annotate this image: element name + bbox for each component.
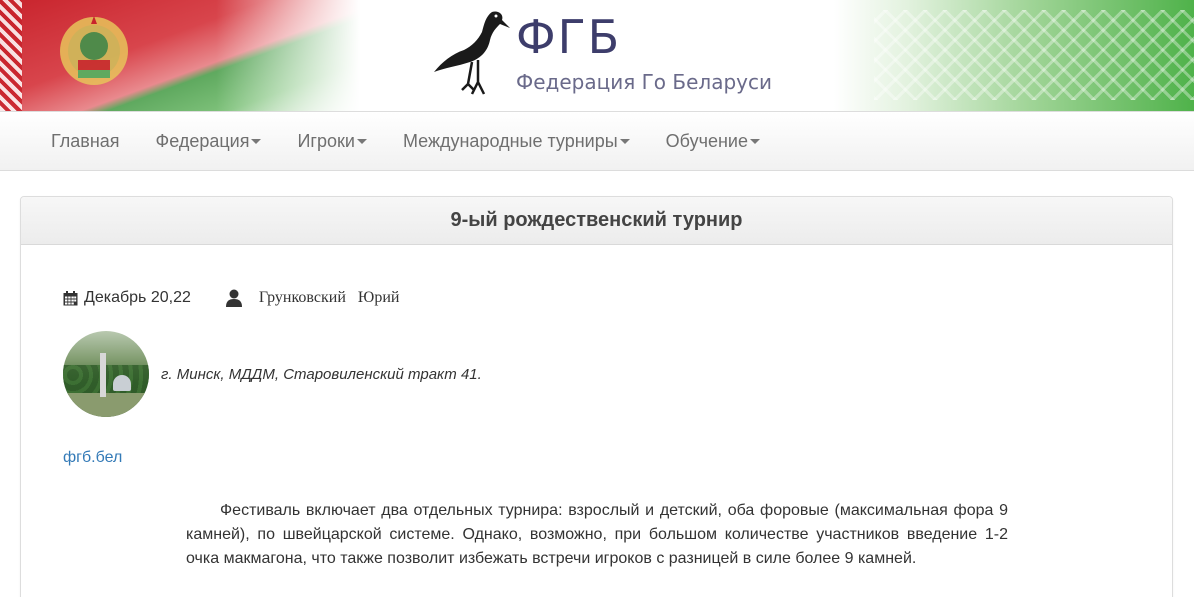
nav-list: Главная Федерация Игроки Международные т… <box>0 112 1194 170</box>
article-paragraph: Фестиваль включает два отдельных турнира… <box>186 502 1008 567</box>
caret-down-icon <box>356 139 367 145</box>
article-meta: Декабрь 20,22 Грунковский Юрий <box>63 289 399 307</box>
logo-full-name: Федерация Го Беларуси <box>516 70 772 94</box>
venue-address: г. Минск, МДДМ, Старовиленский тракт 41. <box>161 365 482 383</box>
nav-item-label: Международные турниры <box>402 130 618 151</box>
article-date: Декабрь 20,22 <box>63 289 191 307</box>
belarus-flag-right <box>834 0 1194 111</box>
nav-item-education[interactable]: Обучение <box>648 131 778 152</box>
article-author[interactable]: Грунковский Юрий <box>259 289 400 307</box>
caret-down-icon <box>749 139 760 145</box>
site-banner: ФГБ Федерация Го Беларуси <box>0 0 1194 111</box>
venue-photo[interactable] <box>63 331 149 417</box>
flag-pattern <box>874 10 1194 100</box>
nav-item-home[interactable]: Главная <box>33 131 138 152</box>
venue-block: г. Минск, МДДМ, Старовиленский тракт 41. <box>63 331 482 417</box>
nav-item-federation[interactable]: Федерация <box>138 131 280 152</box>
article-panel: 9-ый рождественский турнир Декабрь 20,22… <box>20 196 1173 597</box>
flag-ornament <box>0 0 22 111</box>
calendar-icon <box>63 290 78 305</box>
article-title: 9-ый рождественский турнир <box>450 209 743 231</box>
user-icon <box>225 289 242 307</box>
nav-item-label: Игроки <box>297 130 355 151</box>
nav-item-international-tournaments[interactable]: Международные турниры <box>385 131 648 152</box>
site-logo[interactable]: ФГБ Федерация Го Беларуси <box>432 6 772 102</box>
nav-item-label: Обучение <box>665 130 748 151</box>
nav-item-players[interactable]: Игроки <box>279 131 384 152</box>
caret-down-icon <box>619 139 630 145</box>
logo-abbreviation: ФГБ <box>516 10 622 64</box>
main-navbar: Главная Федерация Игроки Международные т… <box>0 111 1194 171</box>
state-emblem-icon <box>60 16 128 85</box>
nav-item-label: Главная <box>51 130 120 151</box>
stork-icon <box>434 11 510 95</box>
panel-heading: 9-ый рождественский турнир <box>21 197 1172 245</box>
site-link[interactable]: фгб.бел <box>63 449 122 467</box>
caret-down-icon <box>251 139 262 145</box>
nav-item-label: Федерация <box>155 130 250 151</box>
belarus-flag-left <box>0 0 360 111</box>
article-date-text: Декабрь 20,22 <box>84 289 191 306</box>
